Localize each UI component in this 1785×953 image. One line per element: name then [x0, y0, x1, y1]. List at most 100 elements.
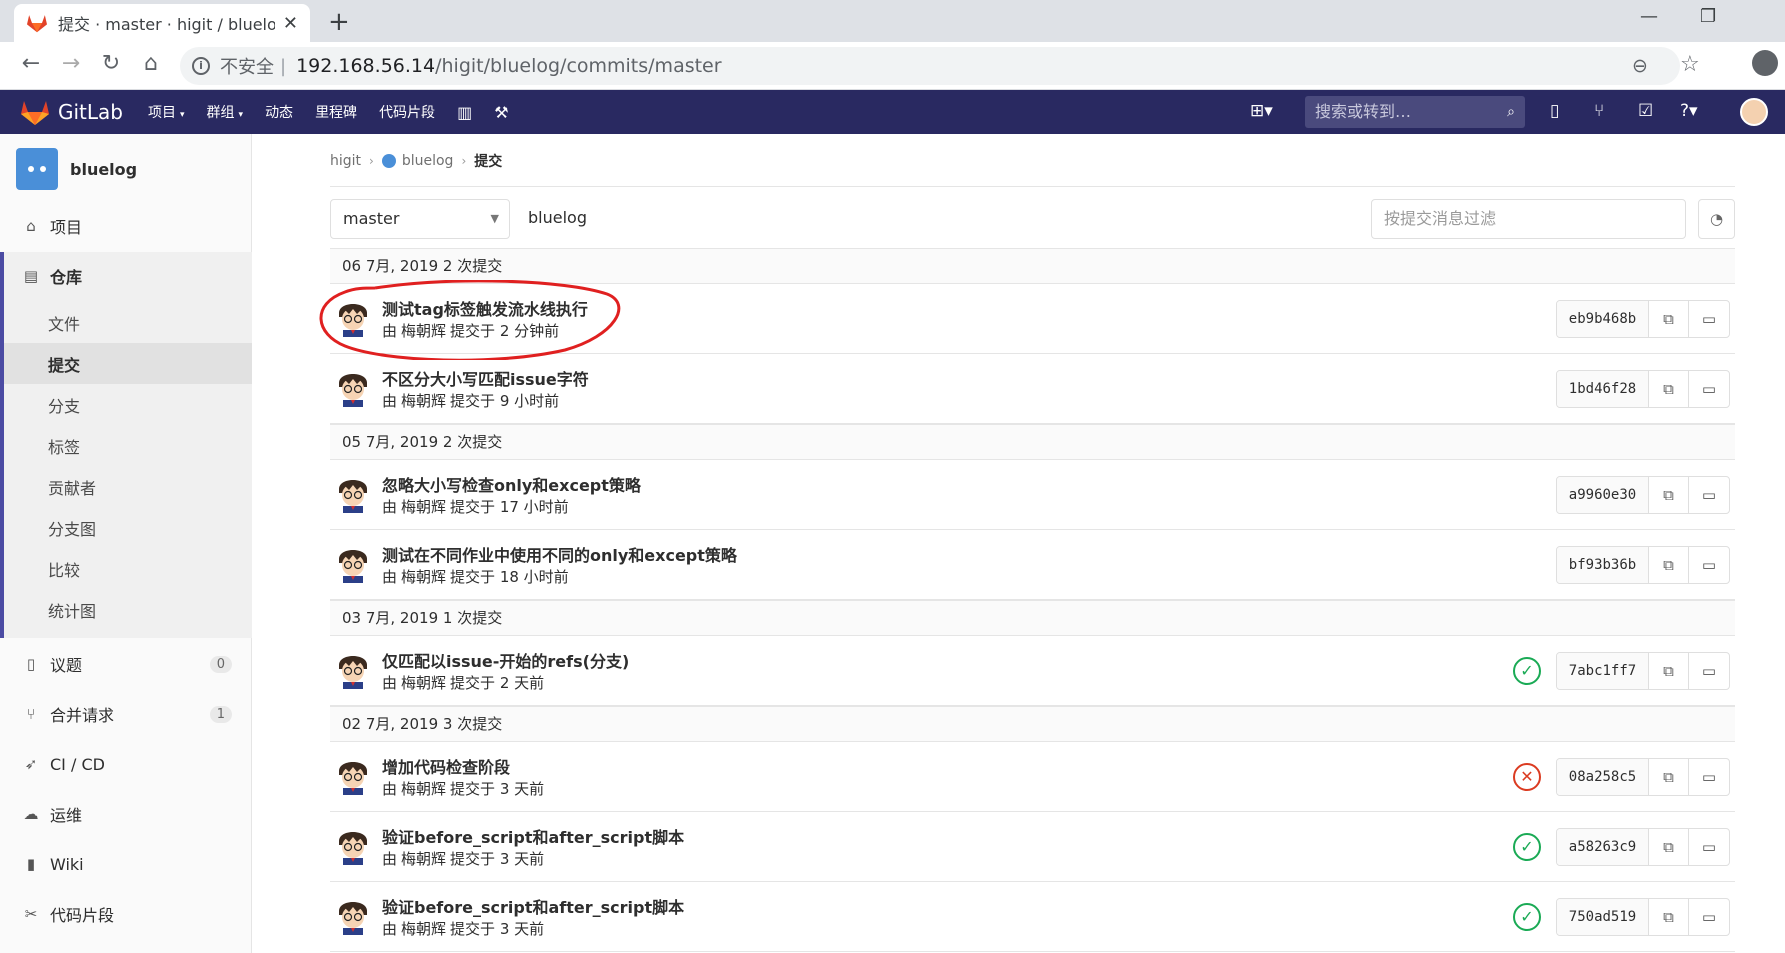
copy-sha-button[interactable]: ⧉	[1649, 829, 1689, 865]
commit-title[interactable]: 不区分大小写匹配issue字符	[382, 366, 589, 390]
sidebar-sub-charts[interactable]: 统计图	[48, 589, 248, 630]
copy-sha-button[interactable]: ⧉	[1649, 371, 1689, 407]
author-avatar[interactable]	[335, 755, 371, 795]
bookmark-star-icon[interactable]: ☆	[1680, 52, 1700, 77]
commit-author[interactable]: 梅朝辉	[401, 780, 446, 798]
breadcrumb-group[interactable]: higit	[330, 153, 361, 169]
merge-request-icon[interactable]: ⑂	[1594, 101, 1604, 121]
commit-title[interactable]: 测试在不同作业中使用不同的only和except策略	[382, 542, 737, 566]
help-icon[interactable]: ?▾	[1680, 101, 1698, 121]
browse-files-button[interactable]: ▭	[1689, 477, 1729, 513]
commit-title[interactable]: 忽略大小写检查only和except策略	[382, 472, 641, 496]
copy-sha-button[interactable]: ⧉	[1649, 547, 1689, 583]
commit-title[interactable]: 验证before_script和after_script脚本	[382, 894, 684, 918]
nav-groups[interactable]: 群组 ▾	[207, 102, 244, 122]
new-item-icon[interactable]: ⊞▾	[1250, 101, 1273, 121]
tab-close-icon[interactable]: ✕	[283, 13, 298, 34]
sidebar-sub-compare[interactable]: 比较	[48, 548, 248, 589]
copy-sha-button[interactable]: ⧉	[1649, 653, 1689, 689]
browser-tab[interactable]: 提交 · master · higit / bluelog · ✕	[14, 4, 310, 42]
commit-filter-input[interactable]: 按提交消息过滤	[1371, 199, 1686, 239]
commit-sha[interactable]: 750ad519	[1557, 899, 1649, 935]
nav-projects[interactable]: 项目 ▾	[148, 102, 185, 122]
commit-title[interactable]: 测试tag标签触发流水线执行	[382, 296, 588, 320]
author-avatar[interactable]	[335, 649, 371, 689]
sidebar-item-repository[interactable]: ▤ 仓库	[0, 254, 252, 298]
rss-feed-button[interactable]: ◔	[1698, 199, 1735, 239]
commit-title[interactable]: 验证before_script和after_script脚本	[382, 824, 684, 848]
url-field[interactable]: i 不安全 | 192.168.56.14 /higit/bluelog/com…	[180, 47, 1700, 85]
sidebar-item-project[interactable]: ⌂ 项目	[0, 204, 252, 248]
nav-milestones[interactable]: 里程碑	[315, 102, 357, 122]
wrench-icon[interactable]: ⚒	[494, 103, 508, 122]
nav-snippets[interactable]: 代码片段	[379, 102, 435, 122]
browse-files-button[interactable]: ▭	[1689, 371, 1729, 407]
browse-files-button[interactable]: ▭	[1689, 759, 1729, 795]
browse-files-button[interactable]: ▭	[1689, 829, 1729, 865]
author-avatar[interactable]	[335, 297, 371, 337]
sidebar-item-ci-cd[interactable]: ➶ CI / CD	[0, 742, 252, 786]
browse-files-button[interactable]: ▭	[1689, 653, 1729, 689]
author-avatar[interactable]	[335, 473, 371, 513]
browse-files-button[interactable]: ▭	[1689, 301, 1729, 337]
commit-sha[interactable]: bf93b36b	[1557, 547, 1649, 583]
copy-sha-button[interactable]: ⧉	[1649, 477, 1689, 513]
sidebar-sub-tags[interactable]: 标签	[48, 425, 248, 466]
restore-icon[interactable]: ❐	[1700, 6, 1716, 27]
branch-selector[interactable]: master ▼	[330, 199, 510, 239]
pipeline-failed-icon[interactable]: ✕	[1513, 763, 1541, 791]
commit-author[interactable]: 梅朝辉	[401, 322, 446, 340]
sidebar-sub-contributors[interactable]: 贡献者	[48, 466, 248, 507]
commit-sha[interactable]: 1bd46f28	[1557, 371, 1649, 407]
sidebar-item-wiki[interactable]: ▮ Wiki	[0, 842, 252, 886]
chart-icon[interactable]: ▥	[457, 103, 472, 122]
breadcrumb-current[interactable]: 提交	[474, 151, 502, 171]
pipeline-passed-icon[interactable]: ✓	[1513, 833, 1541, 861]
sidebar-sub-branches[interactable]: 分支	[48, 384, 248, 425]
issues-icon[interactable]: ▯	[1550, 101, 1559, 121]
reload-icon[interactable]: ↻	[96, 51, 126, 76]
todo-icon[interactable]: ☑	[1638, 101, 1653, 121]
commit-sha[interactable]: a9960e30	[1557, 477, 1649, 513]
back-icon[interactable]: ←	[16, 51, 46, 76]
commit-author[interactable]: 梅朝辉	[401, 674, 446, 692]
commit-author[interactable]: 梅朝辉	[401, 920, 446, 938]
browse-files-button[interactable]: ▭	[1689, 899, 1729, 935]
commit-sha[interactable]: 7abc1ff7	[1557, 653, 1649, 689]
new-tab-button[interactable]: +	[328, 7, 350, 37]
copy-sha-button[interactable]: ⧉	[1649, 759, 1689, 795]
copy-sha-button[interactable]: ⧉	[1649, 301, 1689, 337]
pipeline-passed-icon[interactable]: ✓	[1513, 903, 1541, 931]
sidebar-item-issues[interactable]: ▯ 议题 0	[0, 642, 252, 686]
author-avatar[interactable]	[335, 825, 371, 865]
commit-sha[interactable]: 08a258c5	[1557, 759, 1649, 795]
sidebar-sub-files[interactable]: 文件	[48, 302, 248, 343]
copy-sha-button[interactable]: ⧉	[1649, 899, 1689, 935]
commit-author[interactable]: 梅朝辉	[401, 392, 446, 410]
nav-activity[interactable]: 动态	[265, 102, 293, 122]
gitlab-logo[interactable]: GitLab	[20, 98, 123, 126]
forward-icon[interactable]: →	[56, 51, 86, 76]
author-avatar[interactable]	[335, 543, 371, 583]
pipeline-passed-icon[interactable]: ✓	[1513, 657, 1541, 685]
minimize-icon[interactable]: —	[1640, 6, 1658, 27]
sidebar-item-merge-requests[interactable]: ⑂ 合并请求 1	[0, 692, 252, 736]
commit-sha[interactable]: eb9b468b	[1557, 301, 1649, 337]
info-icon[interactable]: i	[192, 57, 210, 75]
repository-path[interactable]: bluelog	[528, 208, 587, 227]
commit-author[interactable]: 梅朝辉	[401, 850, 446, 868]
commit-author[interactable]: 梅朝辉	[401, 498, 446, 516]
browse-files-button[interactable]: ▭	[1689, 547, 1729, 583]
home-icon[interactable]: ⌂	[136, 51, 166, 76]
sidebar-sub-graph[interactable]: 分支图	[48, 507, 248, 548]
zoom-icon[interactable]: ⊖	[1632, 55, 1648, 77]
commit-title[interactable]: 增加代码检查阶段	[382, 754, 510, 778]
project-header[interactable]: bluelog	[16, 148, 137, 190]
user-avatar[interactable]	[1740, 98, 1768, 126]
sidebar-item-operations[interactable]: ☁ 运维	[0, 792, 252, 836]
author-avatar[interactable]	[335, 367, 371, 407]
search-input[interactable]: 搜索或转到… ⌕	[1305, 96, 1525, 128]
commit-author[interactable]: 梅朝辉	[401, 568, 446, 586]
profile-icon[interactable]	[1752, 50, 1778, 76]
breadcrumb-project[interactable]: bluelog	[402, 153, 454, 169]
